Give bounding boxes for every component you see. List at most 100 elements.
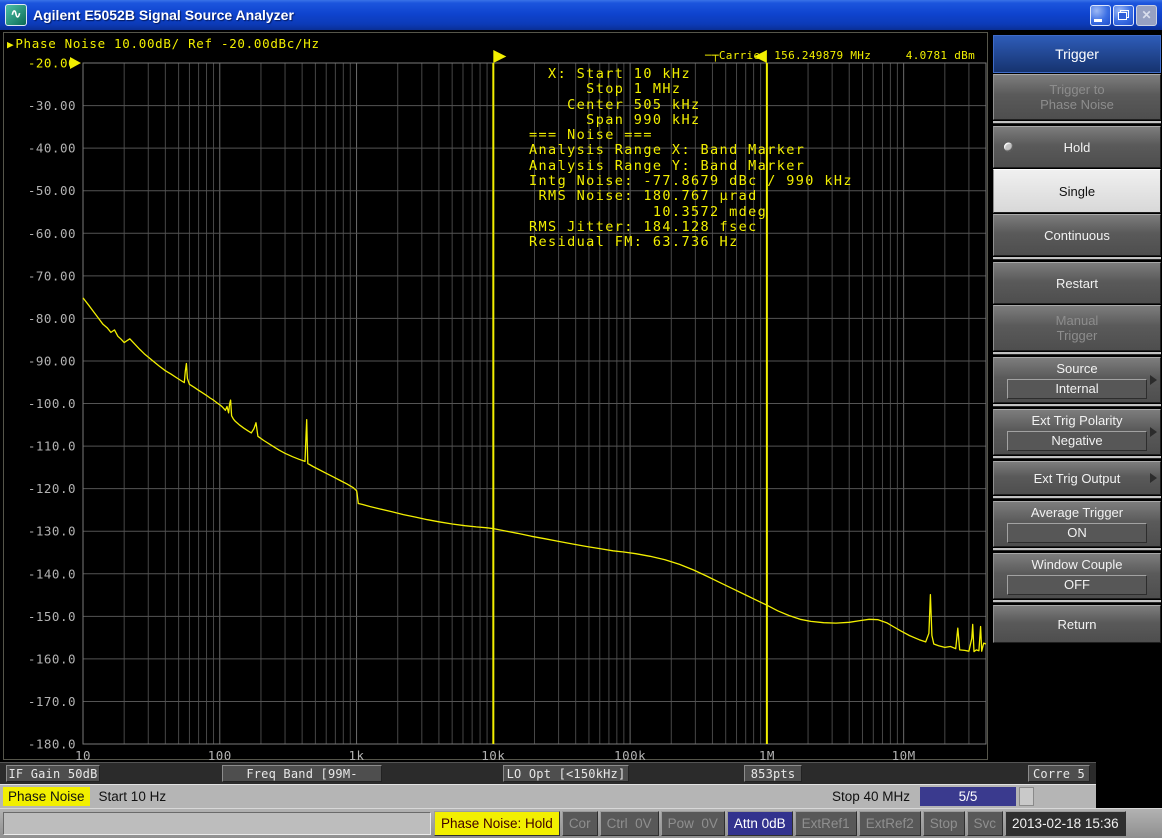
x-axis-tick-label: 1M bbox=[759, 748, 775, 761]
softkey-separator bbox=[993, 257, 1161, 260]
active-trace-chip: Phase Noise bbox=[3, 787, 90, 806]
waveform-icon: ∿ bbox=[11, 6, 22, 21]
softkey-separator bbox=[993, 352, 1161, 355]
softkey-separator bbox=[993, 496, 1161, 499]
x-axis-tick-label: 10k bbox=[481, 748, 505, 761]
softkey-label: Ext Trig Output bbox=[1034, 471, 1121, 486]
softkey-separator bbox=[993, 548, 1161, 551]
softkey-ext-trig-output[interactable]: Ext Trig Output bbox=[993, 461, 1161, 495]
instrument-status-bar: Phase Noise: HoldCorCtrl 0VPow 0VAttn 0d… bbox=[0, 808, 1162, 838]
band-marker-flag-icon bbox=[493, 50, 506, 63]
softkey-label: Source bbox=[1056, 361, 1097, 376]
softkey-label: Continuous bbox=[1044, 228, 1110, 243]
softkey-window-couple[interactable]: Window Couple OFF bbox=[993, 553, 1161, 599]
softkey-list: Trigger toPhase Noise Hold Single Continuou… bbox=[992, 74, 1162, 643]
y-axis-tick-label: -40.00 bbox=[28, 141, 76, 156]
right-triangle-icon bbox=[1150, 375, 1157, 385]
softkey-value: OFF bbox=[1007, 575, 1147, 595]
softkey-label: Average Trigger bbox=[1031, 505, 1123, 520]
y-axis-tick-label: -50.00 bbox=[28, 183, 76, 198]
softkey-ext-trig-polarity[interactable]: Ext Trig Polarity Negative bbox=[993, 409, 1161, 455]
softkey-continuous[interactable]: Continuous bbox=[993, 214, 1161, 256]
right-triangle-icon bbox=[1150, 427, 1157, 437]
y-axis-tick-label: -70.00 bbox=[28, 268, 76, 283]
softkey-label: Window Couple bbox=[1031, 557, 1122, 572]
x-axis-tick-label: 10 bbox=[75, 748, 91, 761]
softkey-average-trigger[interactable]: Average Trigger ON bbox=[993, 501, 1161, 547]
setting-chip-if-gain-50db[interactable]: IF Gain 50dB bbox=[6, 765, 100, 782]
setting-chip-lo-opt-150khz[interactable]: LO Opt [<150kHz] bbox=[503, 765, 629, 782]
softkey-single[interactable]: Single bbox=[993, 169, 1161, 213]
status-chip-2013-02-18-15-36: 2013-02-18 15:36 bbox=[1005, 811, 1126, 836]
softkey-label: Single bbox=[1059, 184, 1095, 199]
softkey-value: ON bbox=[1007, 523, 1147, 543]
softkey-return[interactable]: Return bbox=[993, 605, 1161, 643]
restore-icon bbox=[1118, 10, 1129, 20]
softkey-separator bbox=[993, 600, 1161, 603]
minimize-icon bbox=[1094, 19, 1102, 22]
softkey-label: Phase Noise bbox=[1040, 97, 1114, 112]
softkey-label: Ext Trig Polarity bbox=[1031, 413, 1122, 428]
softkey-source[interactable]: Source Internal bbox=[993, 357, 1161, 403]
status-chip-extref1: ExtRef1 bbox=[795, 811, 857, 836]
page-indicator: 5/5 bbox=[920, 787, 1016, 806]
right-triangle-icon bbox=[1150, 473, 1157, 483]
status-chip-attn-0db: Attn 0dB bbox=[727, 811, 793, 836]
y-axis-tick-label: -20.00 bbox=[28, 56, 76, 71]
setting-chip-853pts[interactable]: 853pts bbox=[744, 765, 802, 782]
setting-chip-freq-band-99m-1-5ghz[interactable]: Freq Band [99M-1.5GHz] bbox=[222, 765, 382, 782]
minimize-button[interactable] bbox=[1090, 5, 1111, 26]
softkey-label: Trigger bbox=[1057, 328, 1098, 343]
softkey-separator bbox=[993, 456, 1161, 459]
softkey-value: Negative bbox=[1007, 431, 1147, 451]
y-axis-tick-label: -100.0 bbox=[28, 396, 76, 411]
y-axis-tick-label: -180.0 bbox=[28, 737, 76, 752]
app-icon: ∿ bbox=[5, 4, 27, 26]
y-axis-tick-label: -150.0 bbox=[28, 609, 76, 624]
trace-status-bar: Phase Noise Start 10 Hz Stop 40 MHz 5/5 bbox=[0, 784, 1096, 808]
measurement-display: ▶Phase Noise 10.00dB/ Ref -20.00dBc/Hz ─… bbox=[3, 32, 988, 760]
softkey-value: Internal bbox=[1007, 379, 1147, 399]
y-axis-tick-label: -120.0 bbox=[28, 481, 76, 496]
close-button: ✕ bbox=[1136, 5, 1157, 26]
y-axis-tick-label: -140.0 bbox=[28, 566, 76, 581]
x-axis-tick-label: 10M bbox=[892, 748, 916, 761]
band-marker-flag-icon bbox=[754, 50, 767, 63]
x-axis-tick-label: 100 bbox=[208, 748, 232, 761]
page-spacer-box bbox=[1019, 787, 1034, 806]
softkey-menu: Trigger Trigger toPhase Noise Hold Single C… bbox=[992, 30, 1162, 838]
stop-frequency-label: Stop 40 MHz bbox=[832, 789, 910, 804]
status-chip-phase-noise-hold: Phase Noise: Hold bbox=[434, 811, 560, 836]
window-controls: ✕ bbox=[1088, 5, 1157, 26]
softkey-restart[interactable]: Restart bbox=[993, 262, 1161, 304]
status-chip-stop: Stop bbox=[923, 811, 965, 836]
status-chip-pow-0v: Pow 0V bbox=[661, 811, 725, 836]
y-axis-tick-label: -160.0 bbox=[28, 651, 76, 666]
close-icon: ✕ bbox=[1141, 8, 1151, 22]
softkey-manual-trigger: ManualTrigger bbox=[993, 305, 1161, 351]
y-axis-tick-label: -130.0 bbox=[28, 524, 76, 539]
start-frequency-label: Start 10 Hz bbox=[99, 789, 167, 804]
status-indicators: Phase Noise: HoldCorCtrl 0VPow 0VAttn 0d… bbox=[434, 811, 1128, 836]
softkey-label: Return bbox=[1057, 617, 1096, 632]
status-chip-cor: Cor bbox=[562, 811, 598, 836]
softkey-menu-title: Trigger bbox=[993, 35, 1161, 73]
setting-chip-corre-5[interactable]: Corre 5 bbox=[1028, 765, 1090, 782]
softkey-label: Trigger to bbox=[1049, 82, 1104, 97]
softkey-label: Restart bbox=[1056, 276, 1098, 291]
x-axis-tick-label: 1k bbox=[349, 748, 365, 761]
message-panel bbox=[3, 812, 431, 835]
softkey-label: Hold bbox=[1064, 140, 1091, 155]
dot-icon bbox=[1004, 143, 1013, 152]
y-axis-tick-label: -90.00 bbox=[28, 353, 76, 368]
softkey-separator bbox=[993, 121, 1161, 124]
softkey-trigger-to-phase-noise: Trigger toPhase Noise bbox=[993, 74, 1161, 120]
title-bar: ∿ Agilent E5052B Signal Source Analyzer … bbox=[0, 0, 1162, 30]
softkey-hold[interactable]: Hold bbox=[993, 126, 1161, 168]
x-axis-tick-label: 100k bbox=[614, 748, 646, 761]
y-axis-tick-label: -60.00 bbox=[28, 226, 76, 241]
restore-button[interactable] bbox=[1113, 5, 1134, 26]
window-title: Agilent E5052B Signal Source Analyzer bbox=[33, 7, 1088, 23]
y-axis-tick-label: -170.0 bbox=[28, 694, 76, 709]
status-chip-ctrl-0v: Ctrl 0V bbox=[600, 811, 659, 836]
